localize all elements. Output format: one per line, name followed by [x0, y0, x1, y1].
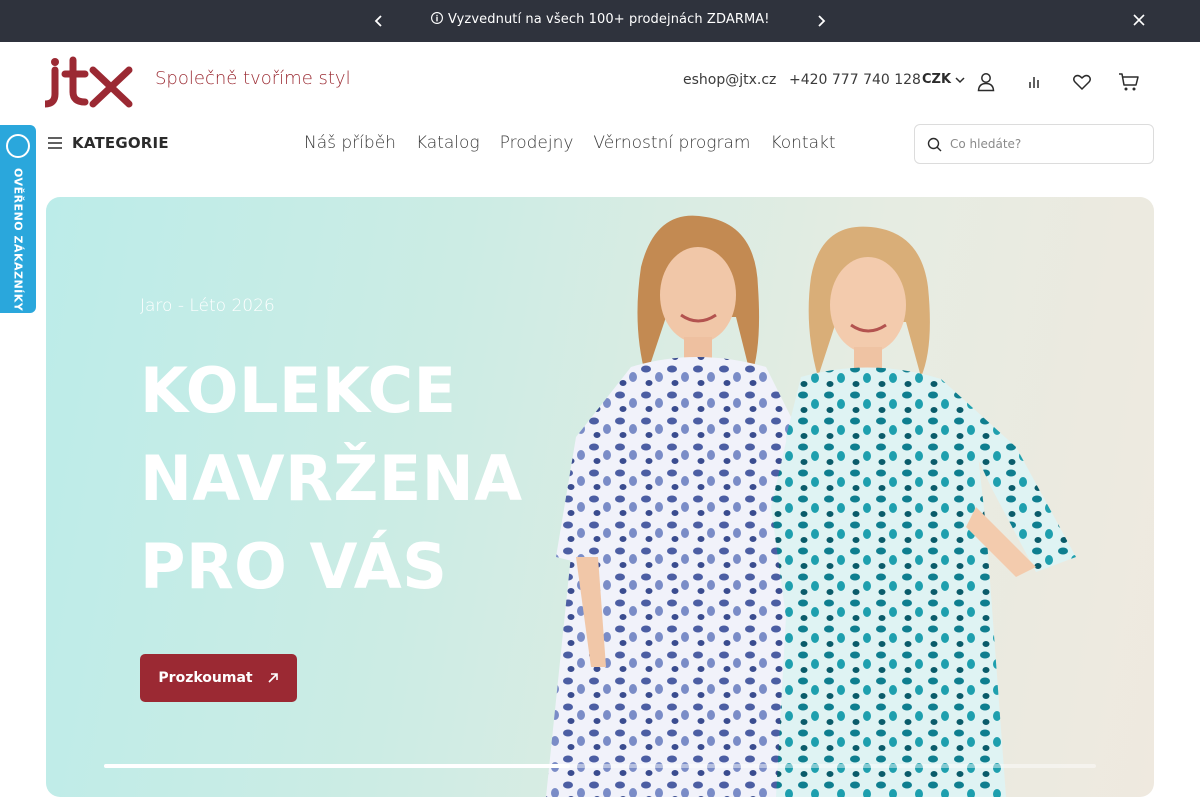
brand-tagline: Společně tvoříme styl — [155, 68, 351, 89]
contact-phone-link[interactable]: +420 777 740 128 — [789, 72, 921, 88]
arrow-up-right-icon — [268, 673, 278, 683]
categories-menu-button[interactable]: KATEGORIE — [47, 134, 169, 152]
announcement-text: 🛈 Vyzvednutí na všech 100+ prodejnách ZD… — [430, 12, 770, 27]
heart-icon[interactable] — [1071, 71, 1093, 93]
currency-selector[interactable]: CZK — [922, 72, 965, 87]
explore-button[interactable]: Prozkoumat — [140, 654, 297, 702]
search-icon — [927, 137, 942, 151]
nav-item-catalog[interactable]: Katalog — [416, 133, 480, 153]
nav-item-contact[interactable]: Kontakt — [770, 133, 835, 153]
hero-headline-line-3: PRO VÁS — [140, 530, 448, 603]
explore-button-label: Prozkoumat — [158, 670, 253, 686]
close-icon[interactable] — [1128, 9, 1150, 31]
hero-headline: KOLEKCE NAVRŽENA PRO VÁS — [140, 347, 523, 611]
slider-progress-fill — [104, 764, 571, 768]
hero-headline-line-2: NAVRŽENA — [140, 442, 523, 515]
chevron-right-icon[interactable] — [811, 11, 831, 31]
hero-season-label: Jaro - Léto 2026 — [140, 296, 275, 316]
cart-icon[interactable] — [1118, 71, 1140, 93]
brand-logo[interactable] — [41, 56, 135, 108]
chevron-down-icon — [955, 76, 965, 83]
nav-item-loyalty-program[interactable]: Věrnostní program — [593, 133, 750, 153]
search-input[interactable] — [950, 137, 1140, 151]
search-box — [914, 124, 1154, 164]
hero-image — [546, 215, 1076, 797]
nav-item-our-story[interactable]: Náš příběh — [304, 133, 396, 153]
chevron-left-icon[interactable] — [369, 11, 389, 31]
verified-by-customers-badge[interactable]: OVĚŘENO ZÁKAZNÍKY — [0, 125, 36, 313]
verified-seal-icon — [6, 134, 30, 158]
categories-label: KATEGORIE — [72, 134, 169, 152]
contact-email-link[interactable]: eshop@jtx.cz — [683, 72, 776, 88]
hero-headline-line-1: KOLEKCE — [140, 354, 457, 427]
hero-banner: Jaro - Léto 2026 KOLEKCE NAVRŽENA PRO VÁ… — [46, 197, 1154, 797]
compare-icon[interactable] — [1023, 71, 1045, 93]
currency-label: CZK — [922, 72, 952, 87]
user-icon[interactable] — [975, 71, 997, 93]
nav-item-stores[interactable]: Prodejny — [500, 133, 574, 153]
hamburger-icon — [48, 137, 62, 149]
badge-label: OVĚŘENO ZÁKAZNÍKY — [11, 168, 25, 312]
slider-progress-bar — [104, 764, 1096, 768]
main-nav: Náš příběh Katalog Prodejny Věrnostní pr… — [304, 133, 836, 153]
announcement-bar: 🛈 Vyzvednutí na všech 100+ prodejnách ZD… — [0, 0, 1200, 42]
